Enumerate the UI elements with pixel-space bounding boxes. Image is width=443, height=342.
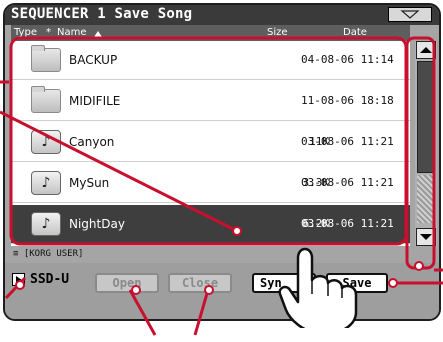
song-file-icon: ♪ [31,130,61,154]
column-star: * [46,27,51,38]
current-path: ≡ [KORG USER] [13,249,84,259]
device-select-button[interactable] [12,273,25,286]
window-title: SEQUENCER 1 Save Song [11,6,193,22]
sort-ascending-icon [94,31,102,37]
scrollbar[interactable] [415,41,437,246]
song-file-icon: ♪ [31,171,61,195]
scroll-down-button[interactable] [416,228,436,246]
list-item[interactable]: ♪ MySun 3.3K 03-08-06 11:21 [11,164,410,203]
column-type[interactable]: Type [14,27,37,38]
file-date: 03-08-06 11:21 [301,176,394,189]
list-item[interactable]: MIDIFILE 11-08-06 18:18 [11,82,410,121]
file-date: 11-08-06 18:18 [301,94,394,107]
arrow-down-icon [420,234,432,240]
column-date[interactable]: Date [343,27,367,38]
file-name: MySun [69,176,110,190]
page-menu-button[interactable] [388,7,432,22]
pointing-hand-icon [278,247,358,328]
scroll-thumb[interactable] [417,61,435,173]
title-bar: SEQUENCER 1 Save Song [5,5,439,25]
close-button[interactable]: Close [168,273,232,293]
list-item[interactable]: ♪ Canyon 11K 03-08-06 11:21 [11,123,410,162]
scroll-track[interactable] [417,175,435,223]
chevron-down-icon [400,10,420,19]
song-file-icon: ♪ [31,212,61,236]
file-name: NightDay [69,217,125,231]
column-name[interactable]: Name [57,27,87,38]
scroll-up-button[interactable] [416,41,436,59]
folder-icon [31,45,61,72]
file-date: 03-08-06 11:21 [301,135,394,148]
open-button[interactable]: Open [95,273,159,293]
file-date: 04-08-06 11:14 [301,53,394,66]
list-item[interactable]: BACKUP 04-08-06 11:14 [11,41,410,80]
file-name: MIDIFILE [69,94,121,108]
folder-icon [31,86,61,113]
file-list: BACKUP 04-08-06 11:14 MIDIFILE 11-08-06 … [11,41,410,246]
device-label: SSD-U [30,272,70,287]
file-name: BACKUP [69,53,118,67]
file-name: Canyon [69,135,115,149]
column-size[interactable]: Size [267,27,288,38]
arrow-up-icon [420,47,432,53]
column-header-row: Type * Name Size Date [11,25,410,41]
